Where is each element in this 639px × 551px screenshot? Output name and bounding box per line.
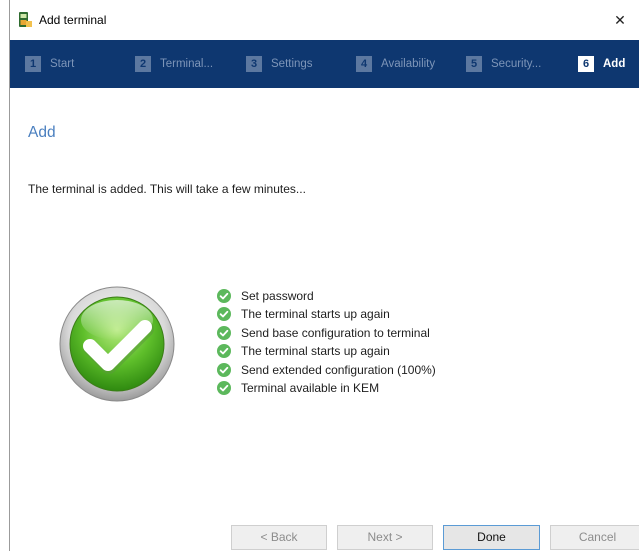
step-number: 2 [135,56,151,72]
step-number: 3 [246,56,262,72]
wizard-steps-bar: 1 Start 2 Terminal... 3 Settings 4 Availabil… [10,40,639,88]
done-button[interactable]: Done [443,525,540,550]
step-availability[interactable]: 4 Availability [356,56,435,73]
window-title: Add terminal [39,13,107,27]
check-circle-icon [217,380,231,395]
page-title: Add [28,124,56,141]
task-label: Send extended configuration (100%) [241,362,436,377]
next-button[interactable]: Next > [337,525,433,550]
list-item: Terminal available in KEM [217,379,436,397]
check-circle-icon [217,362,231,377]
list-item: Send base configuration to terminal [217,324,436,342]
step-label: Terminal... [160,58,214,70]
add-terminal-window: Add terminal ✕ 1 Start 2 Terminal... 3 Sett… [9,0,639,551]
task-label: The terminal starts up again [241,344,390,359]
step-number: 6 [578,56,594,72]
list-item: Set password [217,287,436,305]
task-list: Set password The terminal starts up agai… [217,287,436,397]
step-label: Settings [271,58,313,70]
title-bar: Add terminal ✕ [10,0,639,40]
step-label: Availability [381,58,436,70]
step-number: 4 [356,56,372,72]
step-number: 1 [25,56,41,72]
terminal-app-icon [19,12,32,27]
large-success-check-icon [59,286,175,402]
step-number: 5 [466,56,482,72]
list-item: The terminal starts up again [217,342,436,360]
check-circle-icon [217,344,231,359]
task-label: Send base configuration to terminal [241,325,430,340]
step-label: Add [603,58,626,70]
status-message: The terminal is added. This will take a … [28,182,306,196]
task-label: Set password [241,289,314,303]
step-settings[interactable]: 3 Settings [246,56,313,73]
step-add[interactable]: 6 Add [578,56,625,73]
close-button[interactable]: ✕ [600,6,639,34]
step-label: Start [50,58,75,70]
task-label: Terminal available in KEM [241,380,380,395]
list-item: The terminal starts up again [217,305,436,323]
wizard-footer: < Back Next > Done Cancel [10,511,639,551]
list-item: Send extended configuration (100%) [217,361,436,379]
check-circle-icon [217,325,231,340]
wizard-content: Add The terminal is added. This will tak… [10,88,639,511]
check-circle-icon [217,307,231,322]
step-terminal[interactable]: 2 Terminal... [135,56,213,73]
step-security[interactable]: 5 Security... [466,56,541,73]
step-label: Security... [491,58,542,70]
step-start[interactable]: 1 Start [25,56,74,73]
back-button[interactable]: < Back [231,525,327,550]
cancel-button[interactable]: Cancel [550,525,639,550]
check-circle-icon [217,289,231,303]
task-label: The terminal starts up again [241,307,390,322]
